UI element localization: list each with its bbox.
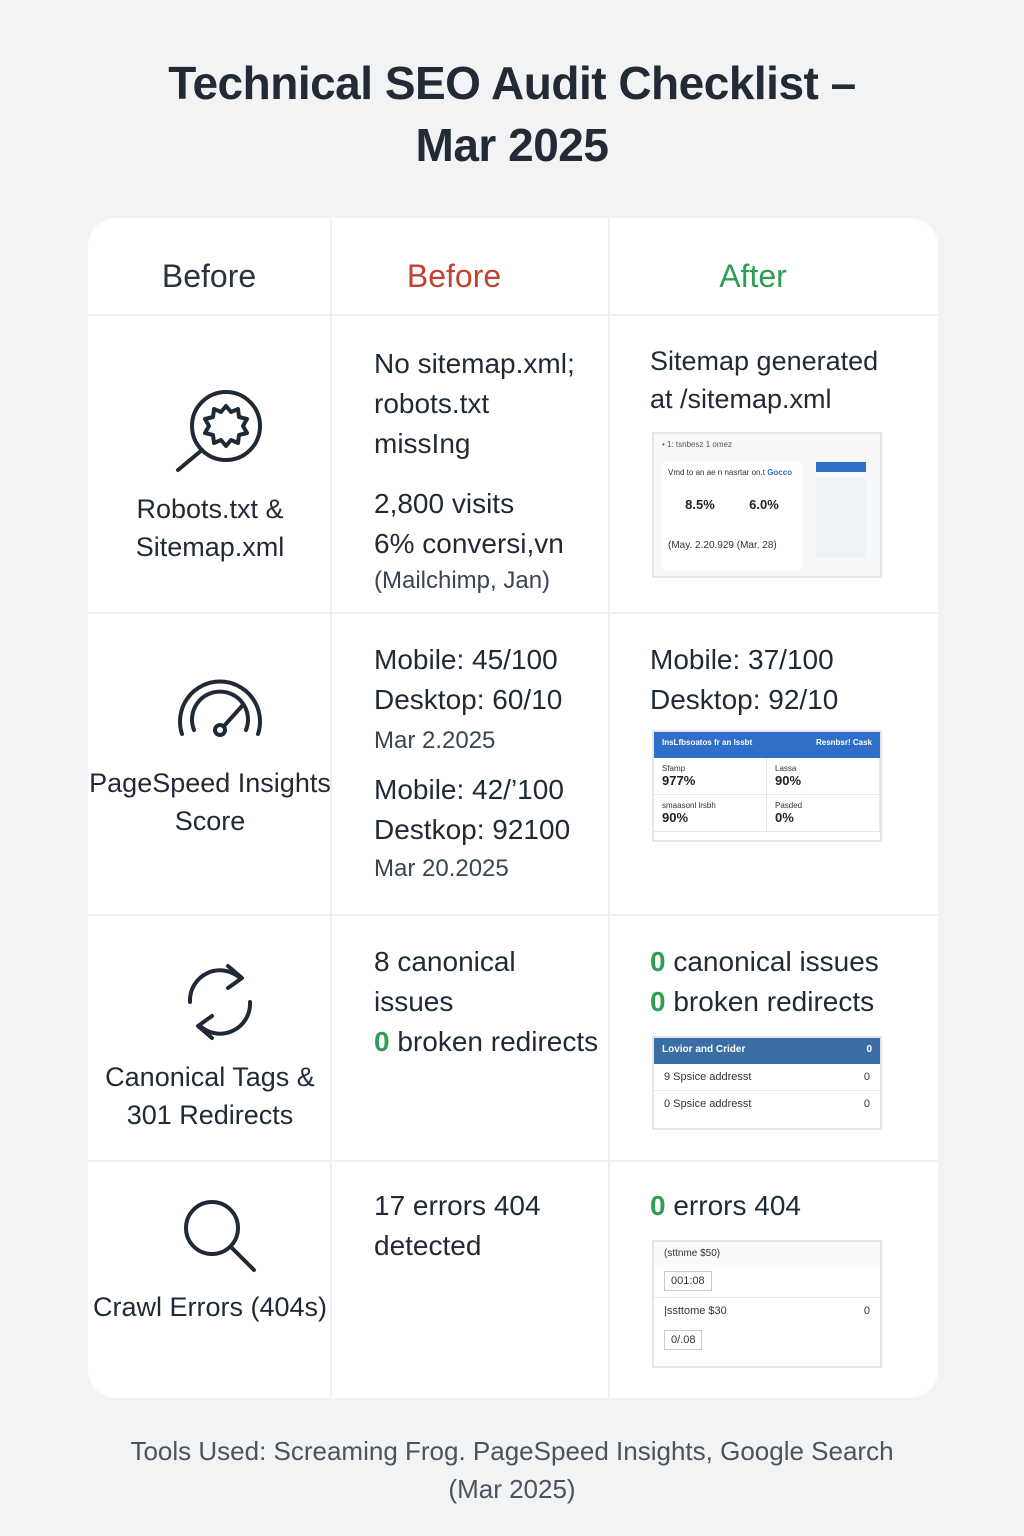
row-divider [88,1160,938,1162]
header-after: After [719,258,787,294]
title-line-2: Mar 2025 [415,119,609,171]
screenshot-stat: 8.5% [685,497,715,512]
footer-line-2: (Mar 2025) [448,1474,576,1504]
screenshot-caption: • 1: tsnbesz 1 omez [662,440,732,449]
audit-table: Before Before After Robots.txt & Sitemap… [88,218,938,1398]
metric-label: Pasded [775,801,803,810]
before-text: robots.txt [374,388,490,419]
before-text: No sitemap.xml; [374,348,575,379]
before-date: Mar 20.2025 [374,855,509,882]
metric-value: 0% [775,810,794,825]
title-line-1: Technical SEO Audit Checklist – [168,57,856,109]
error-count: 0 [650,1190,666,1221]
after-score: Mobile: 37/100 [650,644,834,675]
after-text: at /sitemap.xml [650,384,832,414]
before-stat: 6% conversi,vn [374,528,564,559]
screenshot-sidebar [816,478,866,558]
sitemap-screenshot: • 1: tsnbesz 1 omez Vmd to an ae n nasrt… [652,432,882,578]
metric-value: 90% [662,810,689,825]
screenshot-row-label: 9 Spsice addresst [664,1071,752,1083]
row-divider [88,314,938,316]
before-note: (Mailchimp, Jan) [374,567,551,594]
after-score: Desktop: 92/10 [650,684,839,715]
before-text: 17 errors 404 [374,1190,541,1221]
before-text: detected [374,1230,482,1261]
screenshot-panel: Vmd to an ae n nasrtar on.t Gocco 8.5% 6… [662,462,802,570]
magnifier-icon [180,1198,260,1274]
screenshot-date: (May. 2.20.929 (Mar. 28) [668,540,777,551]
before-stat: 2,800 visits [374,488,515,519]
screenshot-bar-right: 0 [866,1044,872,1055]
screenshot-row-value: 0 [863,1098,870,1110]
column-divider [608,218,610,1398]
footer-tools: Tools Used: Screaming Frog. PageSpeed In… [0,1432,1024,1508]
metric-label: Lassa [775,764,797,773]
row-label-canonical: Canonical Tags & 301 Redirects [105,1062,315,1130]
crawl-screenshot: (sttnme $50) 001:08 |ssttome $30 0 0/.08 [652,1240,882,1368]
row-divider [88,612,938,614]
before-date: Mar 2.2025 [374,727,496,754]
screenshot-bar-left: InsLfbsoatos fr an lssbt [662,738,753,747]
screenshot-bar-right: Resnbsr! Cask [815,738,872,747]
sync-arrows-icon [180,958,260,1046]
canonical-count: 0 [650,946,666,977]
screenshot-chip: Gocco [767,468,793,477]
before-text: missIng [374,428,471,459]
before-score: Destkop: 92100 [374,814,571,845]
redirect-label: broken redirects [389,1026,599,1057]
redirect-label: broken redirects [665,986,875,1017]
metric-value: 90% [775,773,802,788]
row-label-robots: Robots.txt & Sitemap.xml [135,494,285,562]
row-label-crawl: Crawl Errors (404s) [92,1292,328,1322]
screenshot-row-label: |ssttome $30 [664,1305,727,1317]
gear-search-icon [172,382,268,478]
before-score: Mobile: 42/’100 [374,774,564,805]
redirect-count: 0 [374,1026,390,1057]
canonical-label: canonical issues [665,946,879,977]
row-label-pagespeed: PageSpeed Insights Score [89,768,331,836]
page-title: Technical SEO Audit Checklist – Mar 2025 [0,52,1024,176]
screenshot-heading: Vmd to an ae n nasrtar on.t [668,468,765,477]
before-text: issues [374,986,454,1017]
pagespeed-screenshot: InsLfbsoatos fr an lssbt Resnbsr! Cask S… [652,730,882,842]
metric-label: smaasonl lrsbh [662,801,716,810]
header-item: Before [161,258,257,294]
screenshot-row-value: 0 [863,1071,870,1083]
screenshot-input: 001:08 [664,1271,712,1291]
metric-label: Sfamp [662,764,686,773]
screenshot-stat: 6.0% [749,497,779,512]
footer-line-1: Tools Used: Screaming Frog. PageSpeed In… [130,1436,894,1466]
screenshot-input: 0/.08 [664,1330,703,1350]
screenshot-row-label: (sttnme $50) [654,1242,880,1265]
redirect-count: 0 [650,986,666,1017]
before-score: Desktop: 60/10 [374,684,563,715]
header-before: Before [406,258,502,294]
metric-value: 977% [662,773,696,788]
gauge-icon [172,670,268,742]
screenshot-row-value: 0 [863,1305,870,1317]
after-text: Sitemap generated [650,346,879,376]
screenshot-blue-bar [816,462,866,472]
before-text: 8 canonical [374,946,516,977]
before-score: Mobile: 45/100 [374,644,558,675]
row-divider [88,914,938,916]
canonical-screenshot: Lovior and Crider 0 9 Spsice addresst 0 0… [652,1036,882,1130]
screenshot-row-label: 0 Spsice addresst [664,1098,752,1110]
error-label: errors 404 [665,1190,801,1221]
screenshot-bar-left: Lovior and Crider [662,1044,746,1055]
